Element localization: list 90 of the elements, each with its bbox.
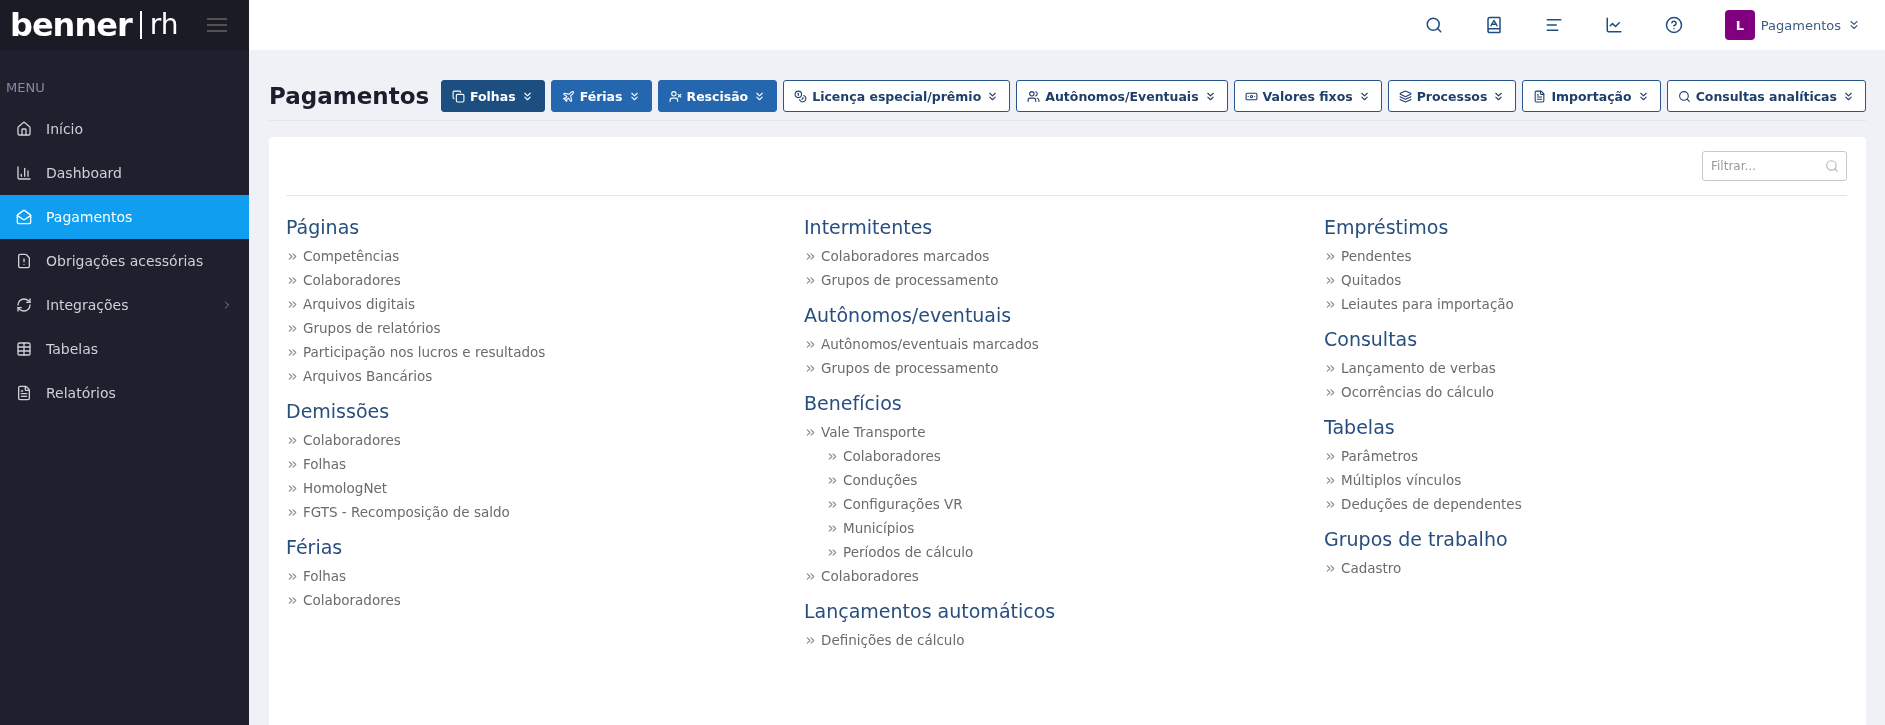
- user-context: Pagamentos: [1760, 17, 1841, 33]
- menu-item-icon: [16, 385, 32, 401]
- page-link[interactable]: Colaboradores: [286, 268, 804, 292]
- button-icon: [794, 89, 808, 103]
- page-link[interactable]: Colaboradores: [804, 444, 1324, 468]
- brand-logo: benner: [10, 9, 132, 41]
- search-icon[interactable]: [1424, 16, 1443, 34]
- page-link[interactable]: Ocorrências do cálculo: [1324, 380, 1847, 404]
- menu-item-icon: [16, 209, 32, 225]
- page-link[interactable]: Configurações VR: [804, 492, 1324, 516]
- page-link[interactable]: Participação nos lucros e resultados: [286, 340, 804, 364]
- section-title: Páginas: [286, 216, 361, 238]
- button-icon: [1533, 89, 1547, 103]
- chart-icon[interactable]: [1604, 16, 1623, 34]
- menu-dropdown-button[interactable]: Valores fixos: [1233, 80, 1382, 112]
- brand-product: rh: [139, 11, 179, 39]
- sidebar-item[interactable]: Início: [0, 107, 249, 151]
- section-title: Benefícios: [804, 392, 903, 414]
- page-link[interactable]: Deduções de dependentes: [1324, 492, 1847, 516]
- page-link[interactable]: Múltiplos vínculos: [1324, 468, 1847, 492]
- section-title: Demissões: [286, 400, 391, 422]
- bars-icon[interactable]: [1544, 16, 1563, 34]
- page-link[interactable]: Parâmetros: [1324, 444, 1847, 468]
- search-icon: [1825, 159, 1839, 173]
- page-link[interactable]: Definições de cálculo: [804, 628, 1324, 652]
- page-link[interactable]: Grupos de processamento: [804, 356, 1324, 380]
- menu-item-icon: [16, 121, 32, 137]
- menu-dropdown-button[interactable]: Importação: [1522, 80, 1661, 112]
- button-icon: [561, 89, 575, 103]
- section-title: Lançamentos automáticos: [804, 600, 1057, 622]
- menu-dropdown-button[interactable]: Consultas analíticas: [1666, 80, 1866, 112]
- page-link[interactable]: Conduções: [804, 468, 1324, 492]
- sidebar-item[interactable]: Pagamentos: [0, 195, 249, 239]
- page-link[interactable]: Municípios: [804, 516, 1324, 540]
- user-avatar: L: [1724, 10, 1755, 40]
- menu-dropdown-button[interactable]: Férias: [550, 80, 652, 112]
- page-link[interactable]: Grupos de processamento: [804, 268, 1324, 292]
- sidebar-item[interactable]: Tabelas: [0, 327, 249, 371]
- page-link[interactable]: FGTS - Recomposição de saldo: [286, 500, 804, 524]
- page-link[interactable]: Folhas: [286, 452, 804, 476]
- menu-item-icon: [16, 341, 32, 357]
- menu-item-icon: [16, 165, 32, 181]
- sidebar-item[interactable]: Dashboard: [0, 151, 249, 195]
- chevrons-down-icon: [1847, 18, 1861, 32]
- section-title: Férias: [286, 536, 344, 558]
- sidebar-item[interactable]: Relatórios: [0, 371, 249, 415]
- button-icon: [451, 89, 465, 103]
- page-link[interactable]: Competências: [286, 244, 804, 268]
- menu-item-icon: [16, 253, 32, 269]
- section-title: Empréstimos: [1324, 216, 1450, 238]
- page-link[interactable]: Vale Transporte: [804, 420, 1324, 444]
- page-link[interactable]: Quitados: [1324, 268, 1847, 292]
- page-link[interactable]: Arquivos digitais: [286, 292, 804, 316]
- menu-dropdown-button[interactable]: Processos: [1387, 80, 1517, 112]
- button-icon: [668, 89, 682, 103]
- menu-dropdown-button[interactable]: Licença especial/prêmio: [783, 80, 1011, 112]
- page-link[interactable]: Colaboradores: [286, 428, 804, 452]
- section-title: Tabelas: [1324, 416, 1396, 438]
- page-link[interactable]: Colaboradores marcados: [804, 244, 1324, 268]
- menu-item-icon: [16, 297, 32, 313]
- page-link[interactable]: Cadastro: [1324, 556, 1847, 580]
- page-link[interactable]: Folhas: [286, 564, 804, 588]
- page-link[interactable]: Arquivos Bancários: [286, 364, 804, 388]
- page-link[interactable]: Lançamento de verbas: [1324, 356, 1847, 380]
- page-link[interactable]: Colaboradores: [286, 588, 804, 612]
- book-icon[interactable]: [1484, 16, 1503, 34]
- page-title: Pagamentos: [269, 83, 430, 109]
- filter-field[interactable]: Filtrar...: [1702, 151, 1847, 181]
- page-link[interactable]: HomologNet: [286, 476, 804, 500]
- user-menu[interactable]: L Pagamentos: [1724, 10, 1861, 40]
- sidebar-item[interactable]: Integrações: [0, 283, 249, 327]
- page-link[interactable]: Autônomos/eventuais marcados: [804, 332, 1324, 356]
- page-link[interactable]: Pendentes: [1324, 244, 1847, 268]
- page-link[interactable]: Leiautes para importação: [1324, 292, 1847, 316]
- button-icon: [1677, 89, 1691, 103]
- sidebar-item[interactable]: Obrigações acessórias: [0, 239, 249, 283]
- menu-dropdown-button[interactable]: Folhas: [440, 80, 545, 112]
- page-link[interactable]: Grupos de relatórios: [286, 316, 804, 340]
- button-icon: [1027, 89, 1041, 103]
- menu-dropdown-button[interactable]: Rescisão: [657, 80, 778, 112]
- menu-dropdown-button[interactable]: Autônomos/Eventuais: [1016, 80, 1228, 112]
- section-title: Grupos de trabalho: [1324, 528, 1509, 550]
- section-title: Intermitentes: [804, 216, 934, 238]
- help-icon[interactable]: [1664, 16, 1683, 34]
- menu-heading: MENU: [5, 79, 46, 97]
- page-link[interactable]: Colaboradores: [804, 564, 1324, 588]
- section-title: Autônomos/eventuais: [804, 304, 1013, 326]
- button-icon: [1398, 89, 1412, 103]
- section-title: Consultas: [1324, 328, 1419, 350]
- page-link[interactable]: Períodos de cálculo: [804, 540, 1324, 564]
